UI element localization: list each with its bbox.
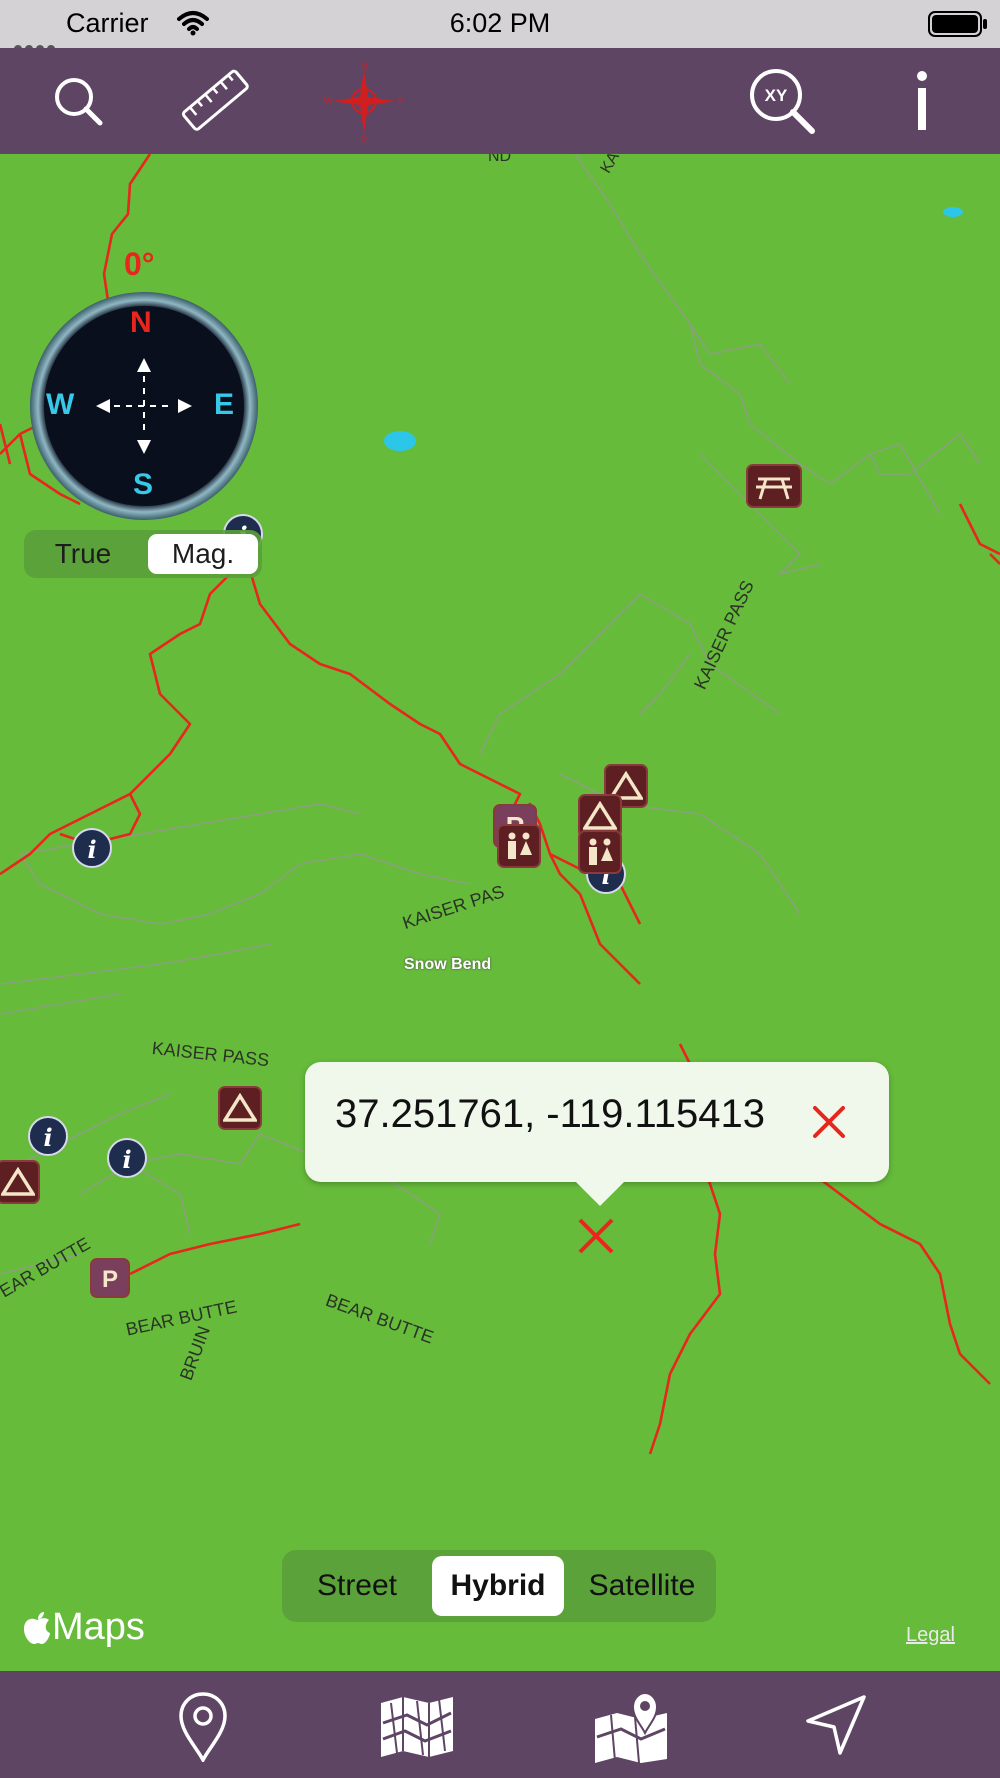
- info-pin[interactable]: i: [107, 1138, 147, 1178]
- compass-rose-icon: N S W E: [324, 61, 404, 141]
- coordinate-callout: 37.251761, -119.115413: [305, 1062, 889, 1207]
- restroom-poi[interactable]: [578, 830, 622, 874]
- callout-close-button[interactable]: [805, 1098, 853, 1146]
- map-type-hybrid[interactable]: Hybrid: [432, 1556, 564, 1616]
- battery-icon: [928, 11, 987, 37]
- tent-icon: [1, 1167, 35, 1196]
- tab-location-pin[interactable]: [158, 1687, 248, 1765]
- svg-text:S: S: [361, 133, 367, 141]
- compass-rose-button[interactable]: N S W E: [324, 61, 404, 141]
- svg-text:W: W: [324, 96, 333, 106]
- info-icon: [917, 71, 927, 130]
- compass-west-label: W: [46, 388, 75, 421]
- close-icon: [813, 1106, 845, 1138]
- tent-icon: [583, 801, 617, 830]
- status-bar: Carrier 6:02 PM: [0, 0, 1000, 53]
- map-label-snow-bend: Snow Bend: [404, 956, 492, 973]
- parking-poi[interactable]: P: [90, 1258, 130, 1298]
- navigate-arrow-icon: [806, 1695, 866, 1755]
- compass-widget[interactable]: N S W E: [28, 290, 260, 522]
- maps-attribution: Maps: [22, 1606, 145, 1649]
- restroom-icon: [508, 832, 532, 859]
- ruler-button[interactable]: [176, 62, 256, 140]
- compass-east-label: E: [214, 388, 235, 421]
- xy-search-icon: XY: [750, 69, 815, 134]
- north-reference-toggle: True Mag.: [24, 530, 262, 578]
- search-icon: [55, 78, 103, 126]
- svg-text:XY: XY: [765, 86, 788, 105]
- dropped-location-marker-icon[interactable]: [576, 1216, 616, 1256]
- info-pin[interactable]: i: [28, 1116, 68, 1156]
- tab-map-with-pin[interactable]: [586, 1687, 676, 1765]
- campground-poi[interactable]: [0, 1160, 40, 1204]
- compass-north-label: N: [130, 306, 152, 339]
- map-with-pin-icon: [595, 1691, 667, 1763]
- folded-map-icon: [381, 1697, 453, 1757]
- status-time: 6:02 PM: [449, 8, 551, 38]
- true-north-option[interactable]: True: [28, 534, 138, 574]
- restroom-poi[interactable]: [497, 824, 541, 868]
- top-toolbar: N S W E XY: [0, 48, 1000, 154]
- map-label-fragment: ND: [488, 154, 512, 165]
- compass-heading: 0°: [124, 246, 155, 282]
- map-type-selector: Street Hybrid Satellite: [282, 1550, 716, 1622]
- parking-icon: P: [102, 1266, 118, 1292]
- info-pin[interactable]: i: [72, 828, 112, 868]
- apple-logo-icon: [24, 1611, 50, 1644]
- magnetic-north-option[interactable]: Mag.: [148, 534, 258, 574]
- picnic-poi[interactable]: [746, 464, 802, 508]
- campground-poi[interactable]: [218, 1086, 262, 1130]
- svg-text:P: P: [102, 1266, 118, 1292]
- location-pin-icon: [179, 1692, 227, 1762]
- search-button[interactable]: [38, 62, 118, 140]
- svg-text:N: N: [361, 61, 368, 71]
- tent-icon: [223, 1093, 257, 1122]
- bottom-tab-bar: [0, 1671, 1000, 1778]
- xy-search-button[interactable]: XY: [742, 62, 822, 140]
- map-type-satellite[interactable]: Satellite: [572, 1556, 712, 1616]
- coordinate-text: 37.251761, -119.115413: [335, 1092, 766, 1136]
- tab-folded-map[interactable]: [372, 1687, 462, 1765]
- restroom-icon: [589, 838, 613, 865]
- maps-brand-text: Maps: [52, 1606, 145, 1648]
- svg-text:E: E: [398, 96, 404, 106]
- compass-south-label: S: [133, 468, 154, 501]
- tab-navigate[interactable]: [790, 1687, 880, 1765]
- picnic-table-icon: [756, 477, 792, 500]
- map-view[interactable]: ND KA KAISER PASS KAISER PAS Snow Bend K…: [0, 154, 1000, 1671]
- legal-link[interactable]: Legal: [906, 1624, 955, 1647]
- info-button[interactable]: [882, 62, 962, 140]
- map-type-street[interactable]: Street: [290, 1556, 424, 1616]
- ruler-icon: [181, 69, 249, 131]
